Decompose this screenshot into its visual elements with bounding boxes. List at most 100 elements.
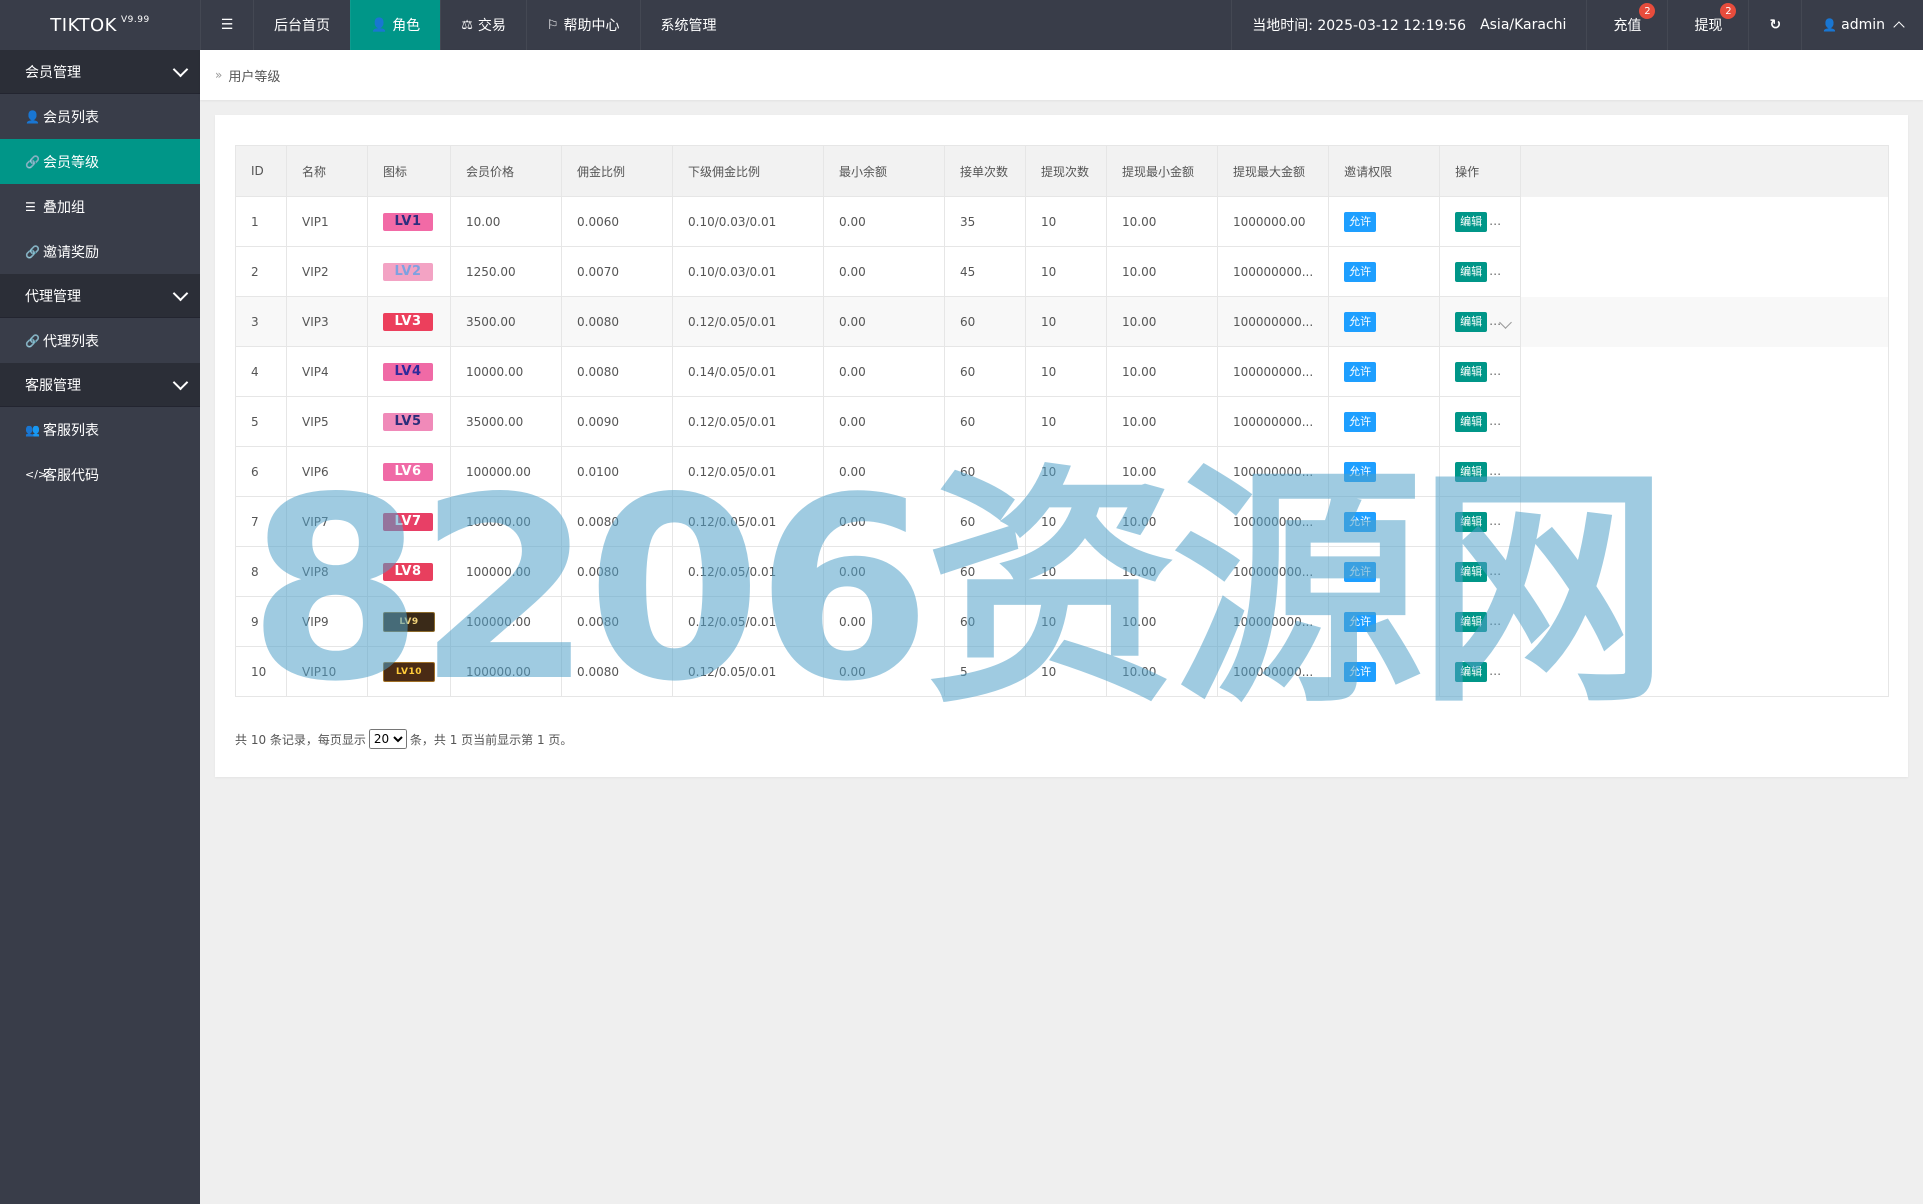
sidebar-item-support-list[interactable]: 👥 客服列表: [0, 407, 200, 452]
refresh-button[interactable]: ↻: [1748, 0, 1801, 50]
sidebar-item-label: 会员等级: [43, 154, 99, 171]
level-badge-icon: LV1: [383, 212, 433, 231]
invite-allow-button[interactable]: 允许: [1344, 561, 1377, 582]
sidebar-group-support[interactable]: 客服管理: [0, 363, 200, 407]
col-header-filler: [1520, 145, 1890, 197]
cell-sub-rate: 0.10/0.03/0.01: [672, 196, 824, 247]
sidebar-item-label: 叠加组: [43, 199, 85, 216]
nav-item-label: 后台首页: [274, 18, 330, 34]
invite-allow-button[interactable]: 允许: [1344, 661, 1377, 682]
nav-item-system[interactable]: 系统管理: [639, 0, 737, 50]
invite-allow-button[interactable]: 允许: [1344, 211, 1377, 232]
invite-allow-button[interactable]: 允许: [1344, 361, 1377, 382]
page-size-select[interactable]: 20: [368, 729, 407, 749]
cell-withdraw-min: 10.00: [1106, 496, 1218, 547]
local-time: 当地时间: 2025-03-12 12:19:56 Asia/Karachi: [1231, 0, 1586, 50]
nav-item-dashboard[interactable]: 后台首页: [253, 0, 350, 50]
row-filler: [1520, 496, 1890, 547]
more-ellipsis-icon[interactable]: …: [1489, 664, 1501, 678]
sidebar-toggle-button[interactable]: ☰: [200, 0, 253, 50]
row-filler: [1520, 646, 1890, 697]
invite-allow-button[interactable]: 允许: [1344, 511, 1377, 532]
level-badge-icon: LV2: [383, 262, 433, 281]
cell-withdraw-times: 10: [1025, 646, 1107, 697]
more-ellipsis-icon[interactable]: …: [1489, 214, 1501, 228]
sidebar-item-stack-group[interactable]: ☰ 叠加组: [0, 184, 200, 229]
cell-min-balance: 0.00: [823, 196, 945, 247]
edit-button[interactable]: 编辑: [1455, 511, 1488, 532]
more-ellipsis-icon[interactable]: …: [1489, 414, 1501, 428]
invite-allow-button[interactable]: 允许: [1344, 261, 1377, 282]
cell-min-balance: 0.00: [823, 396, 945, 447]
cell-withdraw-times: 10: [1025, 446, 1107, 497]
nav-item-trade[interactable]: ⚖ 交易: [440, 0, 526, 50]
table-row: 3 VIP3 LV3 3500.00 0.0080 0.12/0.05/0.01 0.00 6…: [235, 296, 1890, 347]
sidebar-item-label: 会员列表: [43, 109, 99, 126]
cell-price: 100000.00: [450, 496, 562, 547]
col-header: 邀请权限: [1328, 145, 1441, 197]
cell-action: 编辑…: [1439, 396, 1522, 447]
edit-button[interactable]: 编辑: [1455, 461, 1488, 482]
level-badge-icon: LV6: [383, 462, 433, 481]
cell-invite: 允许: [1328, 446, 1441, 497]
sidebar-item-agent-list[interactable]: 🔗 代理列表: [0, 318, 200, 363]
edit-button[interactable]: 编辑: [1455, 561, 1488, 582]
recharge-button[interactable]: 充值 2: [1586, 0, 1667, 50]
invite-allow-button[interactable]: 允许: [1344, 611, 1377, 632]
cell-withdraw-max: 100000000...: [1216, 346, 1330, 397]
invite-allow-button[interactable]: 允许: [1344, 411, 1377, 432]
col-header: 最小余额: [823, 145, 945, 197]
user-menu[interactable]: 👤 admin: [1801, 0, 1923, 50]
edit-button[interactable]: 编辑: [1455, 611, 1488, 632]
breadcrumb-current: 用户等级: [228, 69, 281, 85]
edit-button[interactable]: 编辑: [1455, 661, 1488, 682]
edit-button[interactable]: 编辑: [1455, 261, 1488, 282]
cell-withdraw-max: 100000000...: [1216, 396, 1330, 447]
table-row: 8 VIP8 LV8 100000.00 0.0080 0.12/0.05/0.01 0.0…: [235, 546, 1890, 597]
edit-button[interactable]: 编辑: [1455, 361, 1488, 382]
nav-item-help[interactable]: ⚐ 帮助中心: [525, 0, 640, 50]
cell-min-balance: 0.00: [823, 496, 945, 547]
cell-orders: 60: [944, 596, 1026, 647]
breadcrumb: » 用户等级: [200, 50, 1923, 100]
cell-withdraw-max: 100000000...: [1216, 496, 1330, 547]
sidebar-group-agents[interactable]: 代理管理: [0, 274, 200, 318]
more-ellipsis-icon[interactable]: …: [1489, 514, 1501, 528]
edit-button[interactable]: 编辑: [1455, 411, 1488, 432]
table-row: 9 VIP9 LV9 100000.00 0.0080 0.12/0.05/0.01 0.0…: [235, 596, 1890, 647]
cell-icon: LV10: [367, 646, 451, 697]
cell-invite: 允许: [1328, 546, 1441, 597]
sidebar-group-members[interactable]: 会员管理: [0, 50, 200, 94]
more-ellipsis-icon[interactable]: …: [1489, 614, 1501, 628]
pager-text-after: 条，共 1 页当前显示第 1 页。: [409, 732, 573, 747]
edit-button[interactable]: 编辑: [1455, 311, 1488, 332]
cell-id: 4: [235, 346, 287, 397]
cell-withdraw-min: 10.00: [1106, 646, 1218, 697]
more-ellipsis-icon[interactable]: …: [1489, 364, 1501, 378]
table-row: 6 VIP6 LV6 100000.00 0.0100 0.12/0.05/0.01 0.0…: [235, 446, 1890, 497]
nav-item-roles[interactable]: 👤 角色: [350, 0, 441, 50]
invite-allow-button[interactable]: 允许: [1344, 461, 1377, 482]
app-logo[interactable]: TIKTOK V9.99: [0, 0, 200, 50]
cell-price: 10.00: [450, 196, 562, 247]
nav-item-label: 帮助中心: [563, 18, 620, 34]
edit-button[interactable]: 编辑: [1455, 211, 1488, 232]
cell-sub-rate: 0.12/0.05/0.01: [672, 296, 824, 347]
sidebar-item-member-list[interactable]: 👤 会员列表: [0, 94, 200, 139]
more-ellipsis-icon[interactable]: …: [1489, 464, 1501, 478]
cell-rate: 0.0070: [561, 246, 673, 297]
more-ellipsis-icon[interactable]: …: [1489, 264, 1501, 278]
cell-name: VIP4: [286, 346, 368, 397]
withdraw-button[interactable]: 提现 2: [1667, 0, 1748, 50]
invite-allow-button[interactable]: 允许: [1344, 311, 1377, 332]
refresh-icon: ↻: [1769, 17, 1782, 33]
more-ellipsis-icon[interactable]: …: [1489, 564, 1501, 578]
cell-withdraw-times: 10: [1025, 346, 1107, 397]
sidebar-item-invite-reward[interactable]: 🔗 邀请奖励: [0, 229, 200, 274]
sidebar-item-member-level[interactable]: 🔗 会员等级: [0, 139, 200, 184]
cell-orders: 60: [944, 496, 1026, 547]
cell-id: 9: [235, 596, 287, 647]
sidebar-item-support-code[interactable]: </> 客服代码: [0, 452, 200, 497]
recharge-label: 充值: [1613, 18, 1642, 34]
cell-rate: 0.0080: [561, 346, 673, 397]
